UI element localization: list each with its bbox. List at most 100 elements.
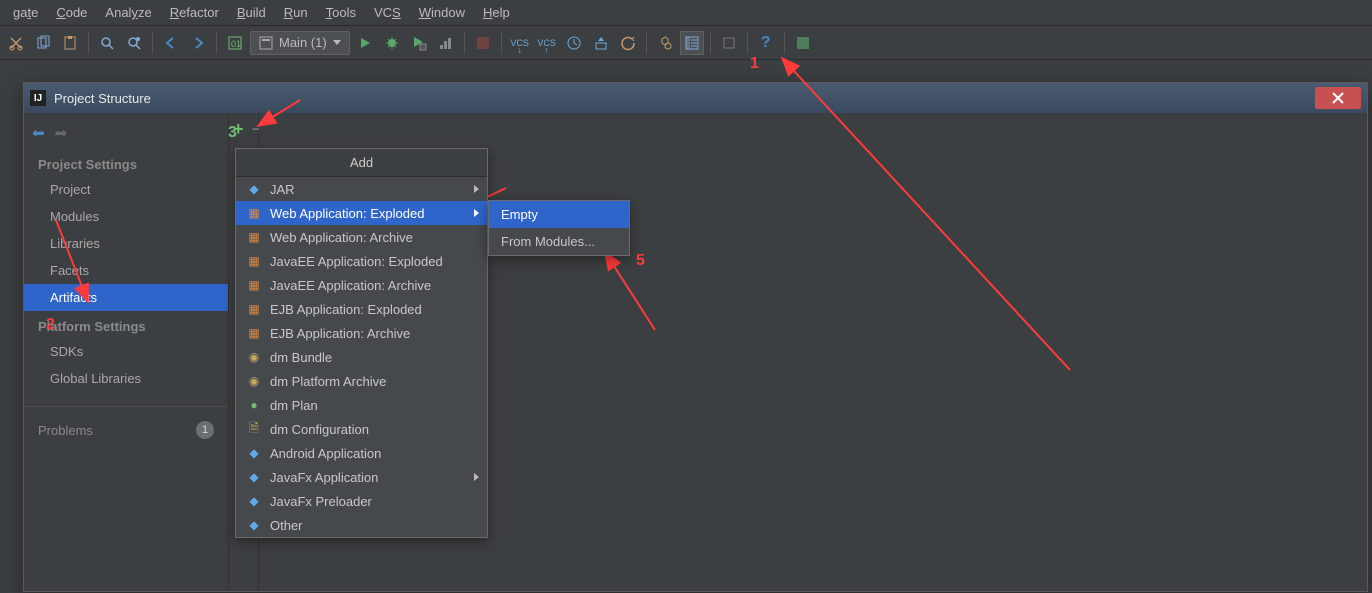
jrebel-icon[interactable]: [791, 31, 815, 55]
vcs-commit-icon[interactable]: VCS↑: [535, 31, 559, 55]
chevron-down-icon: [333, 40, 341, 45]
addmenu-item-dm-configuration[interactable]: 🗎dm Configuration: [236, 417, 487, 441]
menu-navigate[interactable]: gate: [4, 5, 47, 20]
addmenu-item-ejb-application-exploded[interactable]: ▦EJB Application: Exploded: [236, 297, 487, 321]
artifact-type-icon: ●: [246, 397, 262, 413]
artifact-type-icon: ▦: [246, 229, 262, 245]
vcs-revert-icon[interactable]: [616, 31, 640, 55]
sidebar-item-project[interactable]: Project: [24, 176, 228, 203]
annotation-1: 1: [750, 55, 759, 73]
intellij-icon: IJ: [30, 90, 46, 106]
toolbar-separator: [784, 32, 785, 54]
submenu-item-empty[interactable]: Empty: [489, 201, 629, 228]
dialog-titlebar[interactable]: IJ Project Structure: [24, 83, 1367, 113]
close-button[interactable]: [1315, 87, 1361, 109]
vcs-history-icon[interactable]: [562, 31, 586, 55]
run-config-icon: [259, 36, 273, 50]
make-icon[interactable]: 01: [223, 31, 247, 55]
addmenu-item-ejb-application-archive[interactable]: ▦ EJB Application: Archive: [236, 321, 487, 345]
project-structure-icon[interactable]: [680, 31, 704, 55]
sidebar-item-modules[interactable]: Modules: [24, 203, 228, 230]
artifact-type-icon: ◆: [246, 181, 262, 197]
sidebar-item-global-libraries[interactable]: Global Libraries: [24, 365, 228, 392]
addmenu-item-dm-plan[interactable]: ● dm Plan: [236, 393, 487, 417]
addmenu-item-javafx-preloader[interactable]: ◆ JavaFx Preloader: [236, 489, 487, 513]
sidebar-item-problems[interactable]: Problems 1: [24, 406, 228, 445]
coverage-icon[interactable]: [407, 31, 431, 55]
run-icon[interactable]: [353, 31, 377, 55]
run-config-selector[interactable]: Main (1): [250, 31, 350, 55]
artifact-type-icon: ◆: [246, 493, 262, 509]
artifact-type-icon: 🗎: [246, 421, 262, 437]
menu-refactor[interactable]: Refactor: [161, 5, 228, 20]
menu-build[interactable]: Build: [228, 5, 275, 20]
toolbar-separator: [152, 32, 153, 54]
sidebar-nav-tools: ⬅ ➡: [24, 117, 228, 149]
submenu-arrow-icon: [474, 209, 479, 217]
submenu-arrow-icon: [474, 185, 479, 193]
addmenu-item-other[interactable]: ◆Other: [236, 513, 487, 537]
sidebar-item-artifacts[interactable]: Artifacts: [24, 284, 228, 311]
svg-text:01: 01: [231, 39, 241, 49]
addmenu-item-label: Android Application: [270, 446, 381, 461]
help-icon[interactable]: ?: [754, 31, 778, 55]
stop-icon[interactable]: [471, 31, 495, 55]
addmenu-item-label: dm Plan: [270, 398, 318, 413]
copy-icon[interactable]: [31, 31, 55, 55]
nav-forward-icon[interactable]: ➡: [55, 124, 68, 142]
problems-count-badge: 1: [196, 421, 214, 439]
menu-help[interactable]: Help: [474, 5, 519, 20]
find-icon[interactable]: [95, 31, 119, 55]
menu-code[interactable]: Code: [47, 5, 96, 20]
toolbar-separator: [501, 32, 502, 54]
vcs-update-icon[interactable]: VCS↓: [508, 31, 532, 55]
debug-icon[interactable]: [380, 31, 404, 55]
addmenu-item-label: JavaFx Application: [270, 470, 378, 485]
artifact-type-icon: ▦: [246, 277, 262, 293]
addmenu-item-dm-platform-archive[interactable]: ◉dm Platform Archive: [236, 369, 487, 393]
artifact-type-icon: ◆: [246, 469, 262, 485]
sidebar-item-facets[interactable]: Facets: [24, 257, 228, 284]
add-menu-header: Add: [236, 149, 487, 177]
artifact-type-icon: ◉: [246, 373, 262, 389]
addmenu-item-label: JavaFx Preloader: [270, 494, 372, 509]
addmenu-item-web-application-exploded[interactable]: ▦Web Application: Exploded: [236, 201, 487, 225]
settings-icon[interactable]: [653, 31, 677, 55]
dialog-title: Project Structure: [54, 91, 151, 106]
back-icon[interactable]: [159, 31, 183, 55]
menu-analyze[interactable]: Analyze: [96, 5, 160, 20]
cut-icon[interactable]: [4, 31, 28, 55]
addmenu-item-jar[interactable]: ◆ JAR: [236, 177, 487, 201]
addmenu-item-web-application-archive[interactable]: ▦Web Application: Archive: [236, 225, 487, 249]
vcs-push-icon[interactable]: [589, 31, 613, 55]
addmenu-item-javaee-application-archive[interactable]: ▦JavaEE Application: Archive: [236, 273, 487, 297]
profiler-icon[interactable]: [434, 31, 458, 55]
nav-back-icon[interactable]: ⬅: [32, 124, 45, 142]
addmenu-item-label: JAR: [270, 182, 295, 197]
forward-icon[interactable]: [186, 31, 210, 55]
sidebar-item-libraries[interactable]: Libraries: [24, 230, 228, 257]
problems-label: Problems: [38, 423, 93, 438]
addmenu-item-dm-bundle[interactable]: ◉dm Bundle: [236, 345, 487, 369]
submenu-item-from-modules[interactable]: From Modules...: [489, 228, 629, 255]
annotation-5: 5: [636, 252, 645, 270]
menu-tools[interactable]: Tools: [317, 5, 365, 20]
menu-window[interactable]: Window: [410, 5, 474, 20]
find-usage-icon[interactable]: [122, 31, 146, 55]
addmenu-item-javaee-application-exploded[interactable]: ▦JavaEE Application: Exploded: [236, 249, 487, 273]
sidebar-item-sdks[interactable]: SDKs: [24, 338, 228, 365]
paste-icon[interactable]: [58, 31, 82, 55]
sdk-icon[interactable]: [717, 31, 741, 55]
menu-vcs[interactable]: VCS: [365, 5, 410, 20]
addmenu-item-android-application[interactable]: ◆Android Application: [236, 441, 487, 465]
main-toolbar: 01 Main (1) VCS↓ VCS↑ ?: [0, 26, 1372, 60]
addmenu-item-label: EJB Application: Archive: [270, 326, 410, 341]
addmenu-item-label: JavaEE Application: Exploded: [270, 254, 443, 269]
main-menu-bar: gate Code Analyze Refactor Build Run Too…: [0, 0, 1372, 26]
addmenu-item-javafx-application[interactable]: ◆ JavaFx Application: [236, 465, 487, 489]
menu-run[interactable]: Run: [275, 5, 317, 20]
artifact-type-icon: ◉: [246, 349, 262, 365]
toolbar-separator: [88, 32, 89, 54]
artifact-type-icon: ▦: [246, 325, 262, 341]
project-settings-header: Project Settings: [24, 149, 228, 176]
